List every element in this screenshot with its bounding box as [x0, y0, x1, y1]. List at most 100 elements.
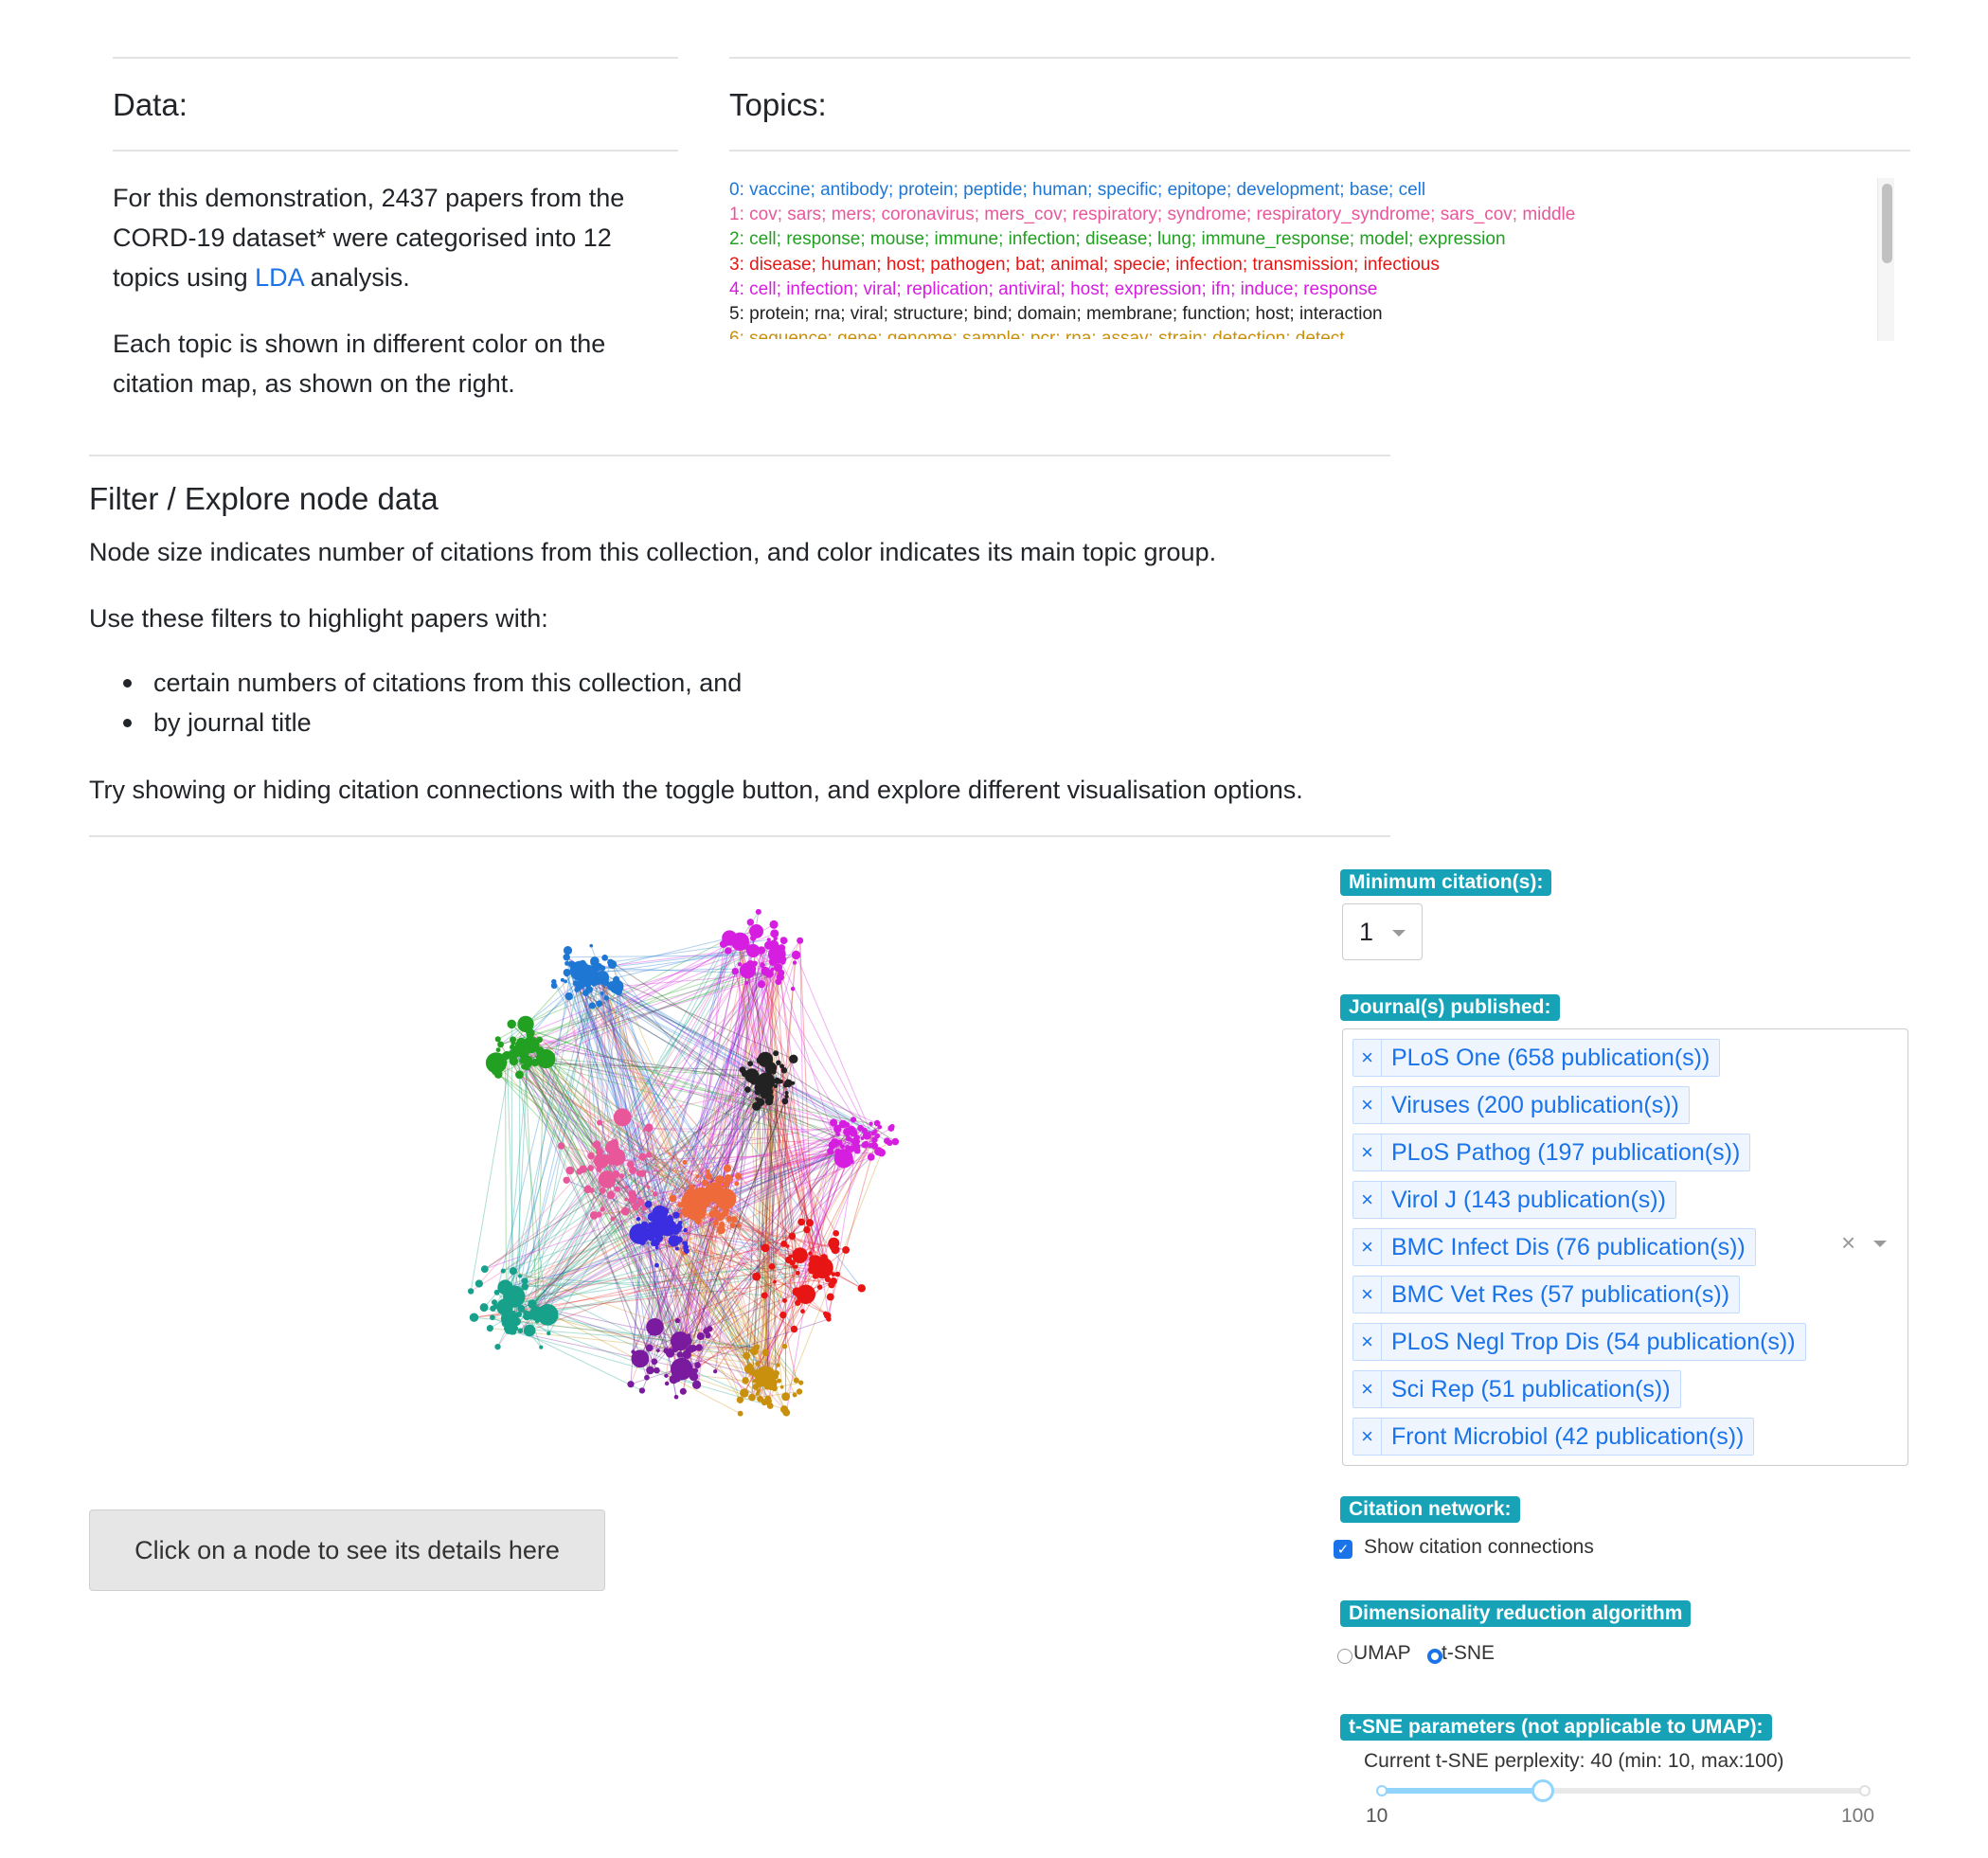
graph-node[interactable] [792, 960, 797, 965]
graph-node[interactable] [776, 1060, 781, 1065]
graph-node[interactable] [773, 936, 778, 941]
graph-node[interactable] [686, 1188, 695, 1198]
graph-node[interactable] [743, 1351, 751, 1360]
graph-node[interactable] [779, 1063, 785, 1069]
graph-node[interactable] [723, 1164, 732, 1172]
graph-node[interactable] [891, 1137, 900, 1146]
graph-node[interactable] [788, 1232, 797, 1241]
graph-node[interactable] [673, 1394, 679, 1400]
graph-node[interactable] [528, 1299, 537, 1309]
graph-node[interactable] [781, 1392, 791, 1402]
graph-node[interactable] [613, 975, 620, 984]
graph-node[interactable] [737, 1410, 743, 1417]
graph-node[interactable] [596, 1000, 603, 1008]
graph-node[interactable] [587, 1164, 595, 1171]
graph-node[interactable] [867, 1152, 875, 1161]
graph-node[interactable] [596, 1211, 602, 1218]
graph-node[interactable] [834, 1271, 841, 1277]
graph-node[interactable] [682, 1208, 690, 1218]
graph-node[interactable] [714, 1185, 723, 1193]
graph-node[interactable] [781, 1343, 788, 1349]
remove-icon[interactable]: × [1353, 1087, 1382, 1123]
graph-node[interactable] [745, 1073, 755, 1081]
graph-node[interactable] [747, 1061, 754, 1067]
graph-node[interactable] [777, 1080, 781, 1084]
graph-node[interactable] [705, 1172, 712, 1180]
graph-node[interactable] [643, 1126, 650, 1132]
graph-node[interactable] [587, 1152, 595, 1160]
graph-node[interactable] [624, 1197, 628, 1202]
graph-node[interactable] [830, 1245, 835, 1251]
graph-node[interactable] [743, 1365, 753, 1374]
graph-node[interactable] [645, 1344, 654, 1352]
graph-node[interactable] [576, 1168, 583, 1175]
graph-node[interactable] [526, 1029, 531, 1035]
graph-node[interactable] [580, 962, 584, 966]
graph-node[interactable] [669, 1194, 677, 1203]
graph-node[interactable] [719, 1224, 724, 1228]
graph-node[interactable] [567, 960, 576, 968]
graph-node[interactable] [675, 1236, 683, 1243]
graph-node[interactable] [490, 1314, 495, 1321]
graph-node[interactable] [651, 1358, 658, 1366]
journals-multiselect[interactable]: × PLoS One (658 publication(s)) × Viruses … [1342, 1028, 1908, 1466]
graph-node[interactable] [517, 1328, 524, 1333]
graph-node[interactable] [793, 1377, 799, 1384]
graph-node[interactable] [524, 1059, 533, 1068]
graph-node[interactable] [779, 1385, 784, 1389]
graph-node[interactable] [661, 1207, 670, 1215]
lda-link[interactable]: LDA [255, 263, 303, 292]
graph-node[interactable] [572, 980, 579, 987]
remove-icon[interactable]: × [1353, 1182, 1382, 1218]
graph-node[interactable] [790, 986, 796, 992]
graph-node[interactable] [761, 1292, 768, 1299]
graph-node[interactable] [767, 1381, 773, 1386]
graph-node[interactable] [638, 1238, 646, 1245]
graph-node[interactable] [737, 961, 743, 967]
remove-icon[interactable]: × [1353, 1277, 1382, 1313]
graph-node[interactable] [784, 1094, 789, 1099]
graph-node[interactable] [744, 1086, 751, 1093]
graph-node[interactable] [749, 1347, 759, 1356]
graph-node[interactable] [707, 1326, 713, 1332]
graph-node[interactable] [826, 1293, 834, 1301]
graph-node[interactable] [773, 1050, 779, 1057]
graph-node[interactable] [761, 1399, 767, 1405]
graph-node[interactable] [782, 1408, 791, 1417]
graph-node[interactable] [515, 1070, 524, 1080]
graph-node[interactable] [467, 1288, 475, 1295]
graph-node[interactable] [475, 1279, 483, 1288]
graph-node[interactable] [523, 1324, 536, 1337]
graph-node[interactable] [782, 1082, 789, 1088]
graph-node[interactable] [776, 1363, 780, 1367]
graph-node[interactable] [752, 960, 758, 967]
graph-node[interactable] [798, 1380, 804, 1385]
graph-node[interactable] [826, 1316, 832, 1322]
graph-node[interactable] [679, 1387, 687, 1395]
graph-node[interactable] [695, 1174, 700, 1179]
graph-node[interactable] [755, 908, 761, 915]
graph-node[interactable] [640, 1221, 649, 1229]
graph-node[interactable] [654, 1262, 659, 1268]
graph-node[interactable] [713, 1369, 718, 1374]
graph-node[interactable] [505, 1327, 512, 1334]
remove-icon[interactable]: × [1353, 1134, 1382, 1170]
graph-node[interactable] [610, 1216, 616, 1222]
graph-node[interactable] [678, 1220, 683, 1225]
graph-node[interactable] [563, 969, 571, 976]
graph-node[interactable] [705, 1332, 711, 1339]
graph-node[interactable] [646, 1152, 653, 1158]
tsne-radio[interactable] [1427, 1649, 1442, 1664]
graph-node[interactable] [682, 1159, 688, 1165]
graph-node[interactable] [628, 1195, 637, 1205]
graph-node[interactable] [755, 1097, 760, 1101]
graph-node[interactable] [784, 1091, 789, 1096]
graph-node[interactable] [808, 1251, 813, 1256]
graph-node[interactable] [765, 1064, 773, 1072]
topics-scrollbar-thumb[interactable] [1882, 184, 1892, 263]
graph-node[interactable] [725, 1215, 733, 1223]
graph-node[interactable] [608, 1148, 626, 1166]
graph-node[interactable] [742, 1377, 749, 1385]
graph-node[interactable] [694, 1362, 701, 1368]
graph-node[interactable] [687, 1345, 696, 1353]
